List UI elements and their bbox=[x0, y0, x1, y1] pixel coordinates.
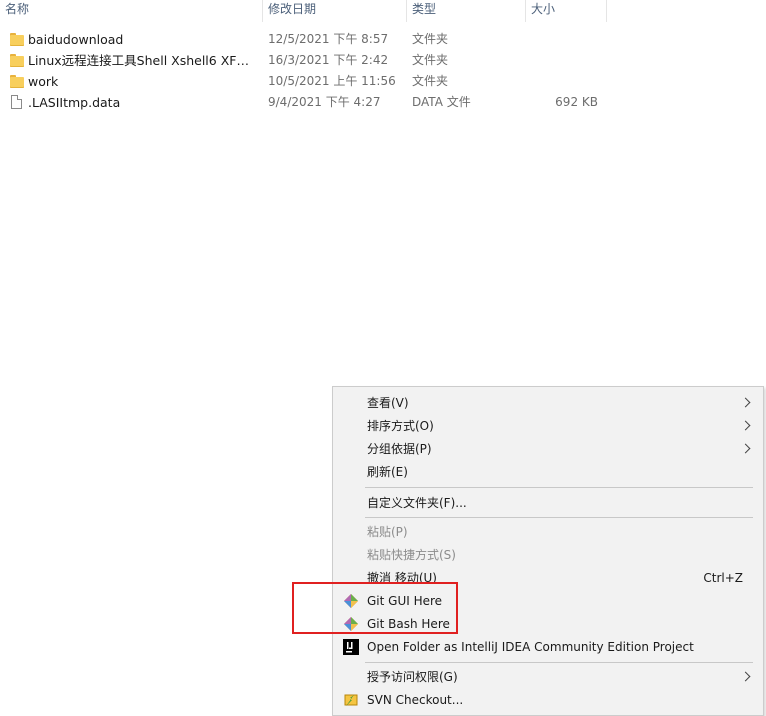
menu-item-label: Open Folder as IntelliJ IDEA Community E… bbox=[367, 640, 694, 654]
svn-icon bbox=[343, 692, 359, 708]
file-name: baidudownload bbox=[28, 32, 124, 47]
column-size-header[interactable]: 大小 bbox=[526, 0, 606, 22]
file-name: work bbox=[28, 74, 59, 89]
column-type-header[interactable]: 类型 bbox=[407, 0, 525, 22]
menu-item-refresh[interactable]: 刷新(E) bbox=[333, 461, 763, 483]
file-name: Linux远程连接工具Shell Xshell6 XFtp6... bbox=[28, 53, 250, 68]
intellij-icon bbox=[343, 639, 359, 655]
file-date: 9/4/2021 下午 4:27 bbox=[268, 95, 381, 109]
menu-item-customize-folder[interactable]: 自定义文件夹(F)... bbox=[333, 492, 763, 514]
column-date-header[interactable]: 修改日期 bbox=[263, 0, 406, 22]
context-menu: 查看(V) 排序方式(O) 分组依据(P) 刷新(E) 自定义文件夹(F)...… bbox=[332, 386, 764, 716]
file-date: 10/5/2021 上午 11:56 bbox=[268, 74, 396, 88]
menu-item-label: 粘贴(P) bbox=[367, 525, 408, 539]
menu-item-shortcut: Ctrl+Z bbox=[703, 571, 743, 585]
chevron-right-icon bbox=[740, 420, 751, 431]
menu-separator bbox=[365, 487, 753, 488]
file-row[interactable]: baidudownload 12/5/2021 下午 8:57 文件夹 bbox=[0, 29, 766, 50]
menu-item-open-intellij[interactable]: Open Folder as IntelliJ IDEA Community E… bbox=[333, 636, 763, 658]
menu-separator bbox=[365, 517, 753, 518]
column-divider[interactable] bbox=[606, 0, 607, 22]
menu-item-group[interactable]: 分组依据(P) bbox=[333, 438, 763, 460]
file-name: .LASIItmp.data bbox=[28, 95, 121, 110]
file-type: DATA 文件 bbox=[412, 95, 471, 109]
menu-item-label: 分组依据(P) bbox=[367, 442, 432, 456]
chevron-right-icon bbox=[740, 397, 751, 408]
menu-item-paste-shortcut[interactable]: 粘贴快捷方式(S) bbox=[333, 544, 763, 566]
menu-item-label: 粘贴快捷方式(S) bbox=[367, 548, 456, 562]
menu-item-label: 查看(V) bbox=[367, 396, 409, 410]
file-type: 文件夹 bbox=[412, 74, 449, 88]
menu-item-svn-checkout[interactable]: SVN Checkout... bbox=[333, 689, 763, 711]
file-size: 692 KB bbox=[555, 95, 598, 109]
document-icon bbox=[11, 95, 22, 109]
file-type: 文件夹 bbox=[412, 32, 449, 46]
file-list: baidudownload 12/5/2021 下午 8:57 文件夹 Linu… bbox=[0, 29, 766, 113]
menu-item-paste[interactable]: 粘贴(P) bbox=[333, 521, 763, 543]
column-name-header[interactable]: 名称 bbox=[0, 0, 262, 22]
chevron-right-icon bbox=[740, 671, 751, 682]
menu-item-grant-access[interactable]: 授予访问权限(G) bbox=[333, 666, 763, 688]
chevron-right-icon bbox=[740, 443, 751, 454]
highlight-box bbox=[292, 582, 458, 634]
menu-item-label: 排序方式(O) bbox=[367, 419, 434, 433]
menu-item-label: 授予访问权限(G) bbox=[367, 670, 458, 684]
file-row[interactable]: work 10/5/2021 上午 11:56 文件夹 bbox=[0, 71, 766, 92]
file-type: 文件夹 bbox=[412, 53, 449, 67]
folder-icon bbox=[10, 33, 24, 46]
menu-item-view[interactable]: 查看(V) bbox=[333, 392, 763, 414]
menu-item-label: SVN Checkout... bbox=[367, 693, 464, 707]
folder-icon bbox=[10, 54, 24, 67]
file-date: 12/5/2021 下午 8:57 bbox=[268, 32, 389, 46]
menu-item-label: 刷新(E) bbox=[367, 465, 408, 479]
file-date: 16/3/2021 下午 2:42 bbox=[268, 53, 389, 67]
column-header: 名称 修改日期 类型 大小 bbox=[0, 0, 766, 22]
file-row[interactable]: Linux远程连接工具Shell Xshell6 XFtp6... 16/3/2… bbox=[0, 50, 766, 71]
menu-item-label: 自定义文件夹(F)... bbox=[367, 496, 467, 510]
folder-icon bbox=[10, 75, 24, 88]
menu-separator bbox=[365, 662, 753, 663]
menu-item-sort[interactable]: 排序方式(O) bbox=[333, 415, 763, 437]
file-row[interactable]: .LASIItmp.data 9/4/2021 下午 4:27 DATA 文件 … bbox=[0, 92, 766, 113]
